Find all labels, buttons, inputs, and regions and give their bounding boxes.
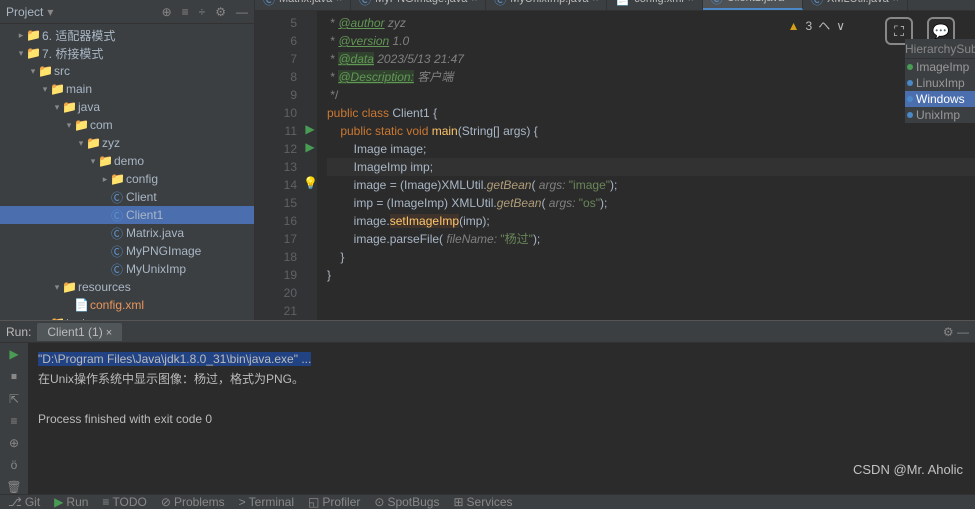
gutter: 56789101112131415161718192021 xyxy=(255,11,303,320)
status-bar: ⎇Git ▶Run ≡TODO ⊘Problems >Terminal ◱Profiler… xyxy=(0,494,975,509)
project-icon[interactable]: ⊕ xyxy=(162,5,172,19)
tree-item[interactable]: ⒸMyUnixImp xyxy=(0,260,254,278)
warning-icon: ▲ xyxy=(788,19,800,33)
project-toolbar: ⊕ ≡ ÷ ⚙ — xyxy=(162,5,248,19)
tree-item[interactable]: ▾📁7. 桥接模式 xyxy=(0,44,254,62)
tree-item[interactable]: ⒸMatrix.java xyxy=(0,224,254,242)
run-panel: Run: Client1 (1) × ⚙ — ▶ ⏹ ⇱ ≡ ⊕ ö 🗑 "D:… xyxy=(0,320,975,494)
close-icon[interactable]: × xyxy=(688,0,694,5)
code[interactable]: * @author zyz * @version 1.0 * @data 202… xyxy=(317,11,975,320)
editor-tabs[interactable]: ⒸMatrix.java×ⒸMyPNGImage.java×ⒸMyUnixImp… xyxy=(255,0,975,11)
editor-tab[interactable]: ⒸClient1.java× xyxy=(703,0,803,10)
statusbar-item[interactable]: ⊙SpotBugs xyxy=(374,495,439,509)
project-icon[interactable]: — xyxy=(236,5,248,19)
editor-tab[interactable]: ⒸMatrix.java× xyxy=(255,0,351,10)
close-icon[interactable]: × xyxy=(893,0,899,5)
tree-item[interactable]: ⒸClient1 xyxy=(0,206,254,224)
close-icon[interactable]: × xyxy=(592,0,598,5)
trash-icon[interactable]: 🗑 xyxy=(6,480,21,494)
tree-item[interactable]: ⒸClient xyxy=(0,188,254,206)
tree-item[interactable]: ▸📁6. 适配器模式 xyxy=(0,26,254,44)
tree-item[interactable]: ▾📁zyz xyxy=(0,134,254,152)
tree-item[interactable]: ▾📁com xyxy=(0,116,254,134)
watermark: CSDN @Mr. Aholic xyxy=(853,462,963,477)
tree-item[interactable]: ▾📁src xyxy=(0,62,254,80)
tool-icon[interactable]: ≡ xyxy=(10,414,17,428)
project-icon[interactable]: ÷ xyxy=(199,5,206,19)
hierarchy-panel: Hierarchy Subtype ImageImpLinuxImpWindow… xyxy=(905,39,975,123)
gear-icon[interactable]: ⚙ — xyxy=(943,325,969,339)
close-icon[interactable]: × xyxy=(336,0,342,5)
run-label: Run: xyxy=(6,325,31,339)
statusbar-item[interactable]: ⊘Problems xyxy=(161,495,225,509)
stop-icon[interactable]: ⏹ xyxy=(11,369,17,384)
editor-tab[interactable]: ⒸXMLUtil.java× xyxy=(803,0,908,10)
subtype-tab[interactable]: Subtype xyxy=(956,39,975,58)
tree-item[interactable]: ⒸMyPNGImage xyxy=(0,242,254,260)
project-tree[interactable]: ▸📁6. 适配器模式▾📁7. 桥接模式▾📁src▾📁main▾📁java▾📁co… xyxy=(0,24,254,320)
editor: ⒸMatrix.java×ⒸMyPNGImage.java×ⒸMyUnixImp… xyxy=(255,0,975,320)
project-title: Project xyxy=(6,5,43,19)
close-icon[interactable]: × xyxy=(788,0,794,4)
warning-badge[interactable]: ▲ 3 ヘ ∨ xyxy=(788,17,845,34)
hierarchy-item[interactable]: UnixImp xyxy=(905,107,975,123)
tool-icon[interactable]: ö xyxy=(11,458,18,472)
tree-item[interactable]: ▾📁demo xyxy=(0,152,254,170)
tree-item[interactable]: ▸📁config xyxy=(0,170,254,188)
statusbar-item[interactable]: ▶Run xyxy=(54,495,88,509)
hierarchy-item[interactable]: ImageImp xyxy=(905,59,975,75)
tree-item[interactable]: ▾📁main xyxy=(0,80,254,98)
project-icon[interactable]: ≡ xyxy=(182,5,189,19)
editor-tab[interactable]: ⒸMyPNGImage.java× xyxy=(351,0,486,10)
tool-icon[interactable]: ⊕ xyxy=(9,436,19,450)
project-icon[interactable]: ⚙ xyxy=(215,5,226,19)
hierarchy-item[interactable]: LinuxImp xyxy=(905,75,975,91)
console[interactable]: "D:\Program Files\Java\jdk1.8.0_31\bin\j… xyxy=(28,343,975,494)
hierarchy-tab[interactable]: Hierarchy xyxy=(905,39,956,58)
close-icon[interactable]: × xyxy=(471,0,477,5)
statusbar-item[interactable]: ⊞Services xyxy=(453,495,512,509)
rerun-icon[interactable]: ▶ xyxy=(9,347,18,361)
gutter-marks: ▶▶💡 xyxy=(303,11,317,320)
editor-tab[interactable]: ⒸMyUnixImp.java× xyxy=(486,0,607,10)
project-sidebar: Project ▾ ⊕ ≡ ÷ ⚙ — ▸📁6. 适配器模式▾📁7. 桥接模式▾… xyxy=(0,0,255,320)
statusbar-item[interactable]: ⎇Git xyxy=(8,495,40,509)
editor-tab[interactable]: 📄config.xml× xyxy=(607,0,702,10)
statusbar-item[interactable]: ◱Profiler xyxy=(308,495,360,509)
project-header: Project ▾ ⊕ ≡ ÷ ⚙ — xyxy=(0,0,254,24)
statusbar-item[interactable]: >Terminal xyxy=(239,495,294,509)
tree-item[interactable]: 📄config.xml xyxy=(0,296,254,314)
run-tab[interactable]: Client1 (1) × xyxy=(37,323,122,341)
tool-icon[interactable]: ⇱ xyxy=(9,392,19,406)
hierarchy-item[interactable]: Windows xyxy=(905,91,975,107)
tree-item[interactable]: ▾📁java xyxy=(0,98,254,116)
statusbar-item[interactable]: ≡TODO xyxy=(102,495,146,509)
run-toolbar: ▶ ⏹ ⇱ ≡ ⊕ ö 🗑 xyxy=(0,343,28,494)
tree-item[interactable]: ▾📁resources xyxy=(0,278,254,296)
